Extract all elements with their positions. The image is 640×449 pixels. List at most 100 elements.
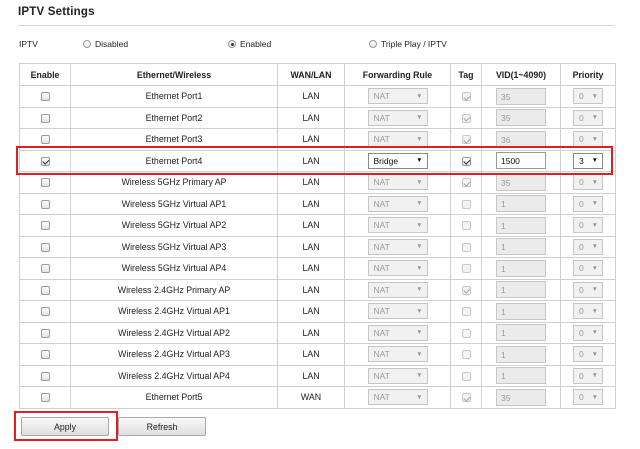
vid-input[interactable]: 1 — [496, 195, 546, 213]
vid-input[interactable]: 35 — [496, 109, 546, 127]
vid-input[interactable]: 35 — [496, 87, 546, 105]
enable-checkbox[interactable] — [40, 221, 50, 231]
forwarding-rule-select[interactable]: NAT ▼ — [367, 367, 428, 384]
forwarding-rule-select[interactable]: NAT ▼ — [367, 346, 428, 363]
enable-checkbox[interactable] — [40, 199, 50, 209]
forwarding-rule-select[interactable]: NAT ▼ — [367, 303, 428, 320]
iptv-mode-triple-play-option[interactable]: Triple Play / IPTV — [369, 39, 447, 49]
forwarding-rule-select[interactable]: NAT ▼ — [367, 195, 428, 212]
tag-checkbox[interactable] — [461, 328, 471, 338]
forwarding-rule-select[interactable]: NAT ▼ — [367, 260, 428, 277]
radio-triple-play[interactable] — [369, 40, 377, 48]
enable-checkbox[interactable] — [40, 113, 50, 123]
forwarding-rule-select[interactable]: NAT ▼ — [367, 281, 428, 298]
interface-name: Wireless 5GHz Primary AP — [70, 171, 278, 194]
priority-select[interactable]: 0 ▼ — [573, 217, 603, 234]
tag-checkbox[interactable] — [461, 92, 471, 102]
vid-input[interactable]: 1 — [496, 367, 546, 385]
tag-checkbox[interactable] — [461, 199, 471, 209]
enable-checkbox[interactable] — [40, 328, 50, 338]
forwarding-rule-select[interactable]: NAT ▼ — [367, 238, 428, 255]
priority-select[interactable]: 0 ▼ — [573, 109, 603, 126]
forwarding-rule-select[interactable]: Bridge ▼ — [367, 152, 428, 169]
table-row: Ethernet Port3 LAN NAT ▼ 36 0 ▼ — [19, 128, 616, 151]
priority-select[interactable]: 0 ▼ — [573, 131, 603, 148]
priority-value: 0 — [579, 134, 584, 145]
forwarding-rule-select[interactable]: NAT ▼ — [367, 109, 428, 126]
priority-select[interactable]: 0 ▼ — [573, 238, 603, 255]
apply-button[interactable]: Apply — [21, 417, 109, 436]
iptv-mode-enabled-option[interactable]: Enabled — [228, 39, 271, 49]
tag-checkbox[interactable] — [461, 221, 471, 231]
enable-checkbox[interactable] — [40, 350, 50, 360]
priority-select[interactable]: 3 ▼ — [573, 152, 603, 169]
tag-cell — [450, 106, 482, 129]
enable-checkbox[interactable] — [40, 371, 50, 381]
enable-checkbox[interactable] — [40, 393, 50, 403]
priority-select[interactable]: 0 ▼ — [573, 281, 603, 298]
wan-lan-value: LAN — [277, 149, 345, 172]
priority-select[interactable]: 0 ▼ — [573, 367, 603, 384]
priority-value: 0 — [579, 284, 584, 295]
priority-select[interactable]: 0 ▼ — [573, 324, 603, 341]
radio-triple-play-label: Triple Play / IPTV — [381, 39, 447, 49]
forwarding-rule-select[interactable]: NAT ▼ — [367, 131, 428, 148]
refresh-button[interactable]: Refresh — [118, 417, 206, 436]
priority-select[interactable]: 0 ▼ — [573, 303, 603, 320]
tag-checkbox[interactable] — [461, 156, 471, 166]
radio-disabled[interactable] — [83, 40, 91, 48]
enable-checkbox[interactable] — [40, 264, 50, 274]
tag-checkbox[interactable] — [461, 393, 471, 403]
forwarding-rule-select[interactable]: NAT ▼ — [367, 174, 428, 191]
enable-checkbox[interactable] — [40, 285, 50, 295]
tag-checkbox[interactable] — [461, 113, 471, 123]
vid-input[interactable]: 1 — [496, 324, 546, 342]
enable-checkbox[interactable] — [40, 156, 50, 166]
iptv-mode-row: IPTV Disabled Enabled Triple Play / IPTV — [0, 39, 640, 51]
table-row: Wireless 2.4GHz Virtual AP3 LAN NAT ▼ 1 0 ▼ — [19, 343, 616, 366]
tag-checkbox[interactable] — [461, 264, 471, 274]
enable-checkbox[interactable] — [40, 178, 50, 188]
tag-checkbox[interactable] — [461, 307, 471, 317]
vid-input[interactable]: 36 — [496, 130, 546, 148]
chevron-down-icon: ▼ — [591, 221, 598, 229]
forwarding-rule-select[interactable]: NAT ▼ — [367, 324, 428, 341]
iptv-mode-disabled-option[interactable]: Disabled — [83, 39, 128, 49]
forwarding-rule-value: NAT — [373, 349, 390, 360]
vid-input[interactable]: 1 — [496, 345, 546, 363]
tag-checkbox[interactable] — [461, 242, 471, 252]
priority-select[interactable]: 0 ▼ — [573, 88, 603, 105]
enable-checkbox[interactable] — [40, 242, 50, 252]
forwarding-rule-cell: NAT ▼ — [344, 343, 451, 366]
tag-checkbox[interactable] — [461, 178, 471, 188]
radio-enabled[interactable] — [228, 40, 236, 48]
vid-input[interactable]: 1 — [496, 302, 546, 320]
vid-input[interactable]: 35 — [496, 173, 546, 191]
forwarding-rule-select[interactable]: NAT ▼ — [367, 88, 428, 105]
vid-input[interactable]: 1 — [496, 259, 546, 277]
forwarding-rule-cell: NAT ▼ — [344, 386, 451, 409]
enable-checkbox[interactable] — [40, 92, 50, 102]
priority-select[interactable]: 0 ▼ — [573, 260, 603, 277]
priority-select[interactable]: 0 ▼ — [573, 195, 603, 212]
vid-cell: 1 — [481, 192, 561, 215]
enable-cell — [19, 85, 71, 108]
tag-checkbox[interactable] — [461, 371, 471, 381]
enable-checkbox[interactable] — [40, 135, 50, 145]
priority-value: 0 — [579, 349, 584, 360]
tag-checkbox[interactable] — [461, 285, 471, 295]
vid-input[interactable]: 1500 — [496, 152, 546, 170]
vid-input[interactable]: 1 — [496, 238, 546, 256]
forwarding-rule-select[interactable]: NAT ▼ — [367, 217, 428, 234]
enable-checkbox[interactable] — [40, 307, 50, 317]
tag-checkbox[interactable] — [461, 135, 471, 145]
tag-checkbox[interactable] — [461, 350, 471, 360]
priority-select[interactable]: 0 ▼ — [573, 174, 603, 191]
priority-select[interactable]: 0 ▼ — [573, 389, 603, 406]
header-vid: VID(1~4090) — [481, 63, 561, 86]
priority-select[interactable]: 0 ▼ — [573, 346, 603, 363]
vid-input[interactable]: 35 — [496, 388, 546, 406]
vid-input[interactable]: 1 — [496, 216, 546, 234]
vid-input[interactable]: 1 — [496, 281, 546, 299]
forwarding-rule-select[interactable]: NAT ▼ — [367, 389, 428, 406]
